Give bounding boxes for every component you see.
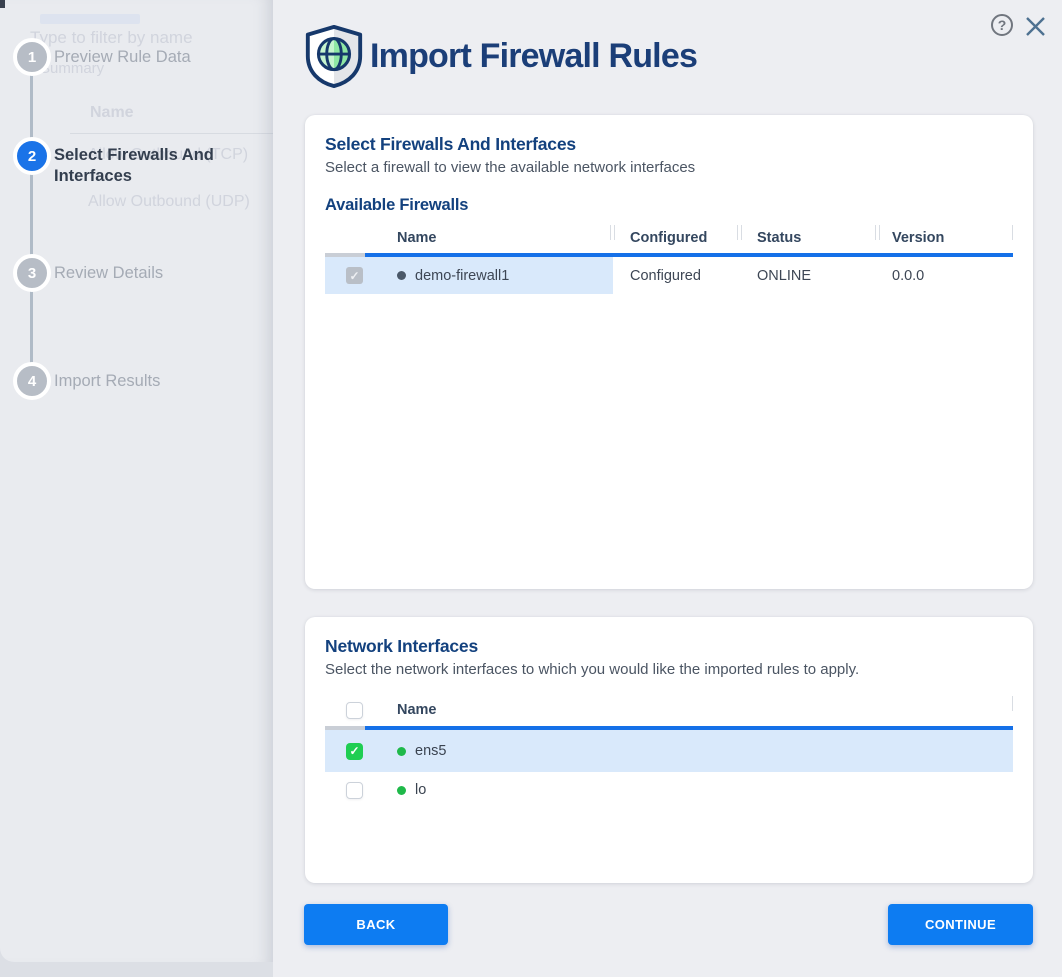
- interfaces-card-heading: Network Interfaces: [325, 636, 1013, 657]
- wizard-stepper-panel: Type to filter by name Summary Name Allo…: [0, 0, 273, 962]
- step-4-label: Import Results: [54, 371, 160, 392]
- firewall-status-dot-icon: [397, 271, 406, 280]
- firewalls-header-status: Status: [740, 223, 878, 253]
- import-firewall-rules-dialog: Type to filter by name Summary Name Allo…: [0, 0, 1062, 977]
- interface-ens5-status-dot-icon: [397, 747, 406, 756]
- firewalls-card-heading: Select Firewalls And Interfaces: [325, 134, 1013, 155]
- interface-row-ens5[interactable]: ens5: [325, 730, 1013, 772]
- interface-lo-name: lo: [415, 782, 426, 798]
- firewall-row-demo-firewall1[interactable]: demo-firewall1 Configured ONLINE 0.0.0: [325, 257, 1013, 294]
- interface-ens5-checkbox-cell: [325, 730, 365, 772]
- step-3-circle[interactable]: 3: [13, 254, 51, 292]
- firewall-row-name-cell: demo-firewall1: [365, 257, 613, 294]
- dialog-title: Import Firewall Rules: [370, 37, 697, 76]
- firewall-shield-globe-icon: [303, 24, 365, 93]
- step-2-label: Select Firewalls And Interfaces: [54, 145, 222, 187]
- back-button[interactable]: BACK: [304, 904, 448, 945]
- interfaces-header-underline: [325, 726, 1013, 730]
- ghost-divider-line: [70, 133, 273, 134]
- firewall-row-checkbox-cell: [325, 257, 365, 294]
- dialog-main-panel: Import Firewall Rules ? Select Firewalls…: [273, 0, 1062, 977]
- ghost-filter-placeholder: Type to filter by name: [30, 28, 193, 48]
- background-corner-fragment: [0, 0, 5, 8]
- select-all-interfaces-checkbox[interactable]: [346, 702, 363, 719]
- interface-row-lo[interactable]: lo: [325, 772, 1013, 808]
- ghost-rule-udp: Allow Outbound (UDP): [88, 193, 250, 211]
- step-1-circle[interactable]: 1: [13, 38, 51, 76]
- available-firewalls-title: Available Firewalls: [325, 196, 1013, 215]
- firewall-name: demo-firewall1: [415, 268, 509, 284]
- interface-lo-checkbox-unchecked[interactable]: [346, 782, 363, 799]
- firewalls-table-header: Name Configured Status Version: [325, 223, 1013, 253]
- interfaces-header-checkbox-cell: [325, 694, 365, 726]
- interface-ens5-name: ens5: [415, 743, 446, 759]
- stepper-connector-line: [30, 57, 33, 381]
- close-icon[interactable]: [1024, 15, 1047, 38]
- step-2-circle[interactable]: 2: [13, 137, 51, 175]
- continue-button[interactable]: CONTINUE: [888, 904, 1033, 945]
- firewalls-header-configured: Configured: [613, 223, 740, 253]
- interface-ens5-checkbox-checked[interactable]: [346, 743, 363, 760]
- network-interfaces-card: Network Interfaces Select the network in…: [305, 617, 1033, 883]
- interfaces-table-header: Name: [325, 694, 1013, 726]
- interface-ens5-name-cell: ens5: [365, 743, 446, 759]
- interface-lo-status-dot-icon: [397, 786, 406, 795]
- interfaces-table: Name ens5: [325, 694, 1013, 808]
- interface-lo-name-cell: lo: [365, 782, 426, 798]
- firewall-status-value: ONLINE: [740, 257, 878, 294]
- interface-lo-checkbox-cell: [325, 772, 365, 808]
- ghost-name-header: Name: [90, 104, 134, 122]
- firewalls-card-subheading: Select a firewall to view the available …: [325, 159, 1013, 176]
- ghost-filter-bar: [40, 14, 140, 24]
- firewall-checkbox-checked-disabled[interactable]: [346, 267, 363, 284]
- firewalls-header-name: Name: [365, 223, 613, 253]
- interfaces-card-subheading: Select the network interfaces to which y…: [325, 661, 1013, 678]
- firewalls-header-checkbox-col: [325, 223, 365, 253]
- firewall-version-value: 0.0.0: [878, 257, 1013, 294]
- firewalls-header-version: Version: [878, 223, 1013, 253]
- interfaces-header-name: Name: [365, 694, 613, 726]
- step-1-label: Preview Rule Data: [54, 47, 191, 68]
- firewalls-table: Name Configured Status Version demo-fire…: [325, 223, 1013, 294]
- help-icon[interactable]: ?: [991, 14, 1013, 36]
- step-3-label: Review Details: [54, 263, 163, 284]
- select-firewalls-card: Select Firewalls And Interfaces Select a…: [305, 115, 1033, 589]
- firewall-configured-value: Configured: [613, 257, 740, 294]
- step-4-circle[interactable]: 4: [13, 362, 51, 400]
